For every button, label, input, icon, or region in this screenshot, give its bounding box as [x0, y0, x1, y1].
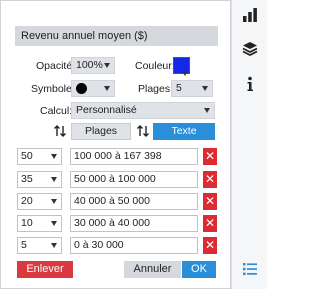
- chevron-down-icon: [51, 221, 57, 226]
- right-sidebar: [231, 0, 267, 289]
- circle-symbol-icon: [76, 83, 87, 94]
- range-text-field[interactable]: 50 000 à 100 000: [70, 171, 198, 188]
- delete-row-button[interactable]: ✕: [203, 148, 217, 165]
- range-text-field[interactable]: 40 000 à 50 000: [70, 193, 198, 210]
- tab-texte[interactable]: Texte: [153, 123, 215, 140]
- range-value-select[interactable]: 50: [17, 148, 62, 165]
- range-text-field[interactable]: 30 000 à 40 000: [70, 215, 198, 232]
- chevron-down-icon: [104, 86, 110, 91]
- chevron-down-icon: [104, 63, 110, 68]
- color-label: Couleur:: [135, 60, 175, 72]
- panel-title: Revenu annuel moyen ($): [15, 26, 218, 46]
- chevron-down-icon: [51, 243, 57, 248]
- calc-select[interactable]: Personnalisé: [71, 102, 215, 119]
- symbology-panel: Revenu annuel moyen ($) Opacité: 100% Co…: [0, 0, 231, 289]
- opacity-label: Opacité:: [36, 60, 76, 72]
- bar-chart-icon[interactable]: [241, 6, 259, 24]
- symbol-select[interactable]: [71, 80, 115, 97]
- range-value-select[interactable]: 20: [17, 193, 62, 210]
- sort-icon[interactable]: [53, 124, 67, 138]
- sort-icon[interactable]: [136, 124, 150, 138]
- layers-icon[interactable]: [241, 40, 259, 58]
- list-icon[interactable]: [241, 260, 259, 278]
- chevron-down-icon: [202, 86, 208, 91]
- calc-value: Personnalisé: [76, 104, 137, 116]
- chevron-down-icon: [51, 199, 57, 204]
- range-text-field[interactable]: 100 000 à 167 398: [70, 148, 198, 165]
- ranges-label: Plages:: [138, 83, 174, 95]
- chevron-down-icon: [51, 177, 57, 182]
- cancel-button[interactable]: Annuler: [124, 261, 181, 278]
- chevron-down-icon[interactable]: [182, 71, 188, 76]
- range-value-select[interactable]: 10: [17, 215, 62, 232]
- range-value-select[interactable]: 5: [17, 237, 62, 254]
- chevron-down-icon: [51, 154, 57, 159]
- opacity-select[interactable]: 100%: [71, 57, 115, 74]
- range-text-field[interactable]: 0 à 30 000: [70, 237, 198, 254]
- range-row: 20 40 000 à 50 000 ✕: [17, 193, 217, 210]
- ranges-value: 5: [176, 82, 182, 94]
- symbol-label: Symbole:: [31, 83, 75, 95]
- remove-button[interactable]: Enlever: [17, 261, 73, 278]
- tab-plages[interactable]: Plages: [71, 123, 131, 140]
- opacity-value: 100%: [76, 59, 103, 71]
- range-row: 35 50 000 à 100 000 ✕: [17, 171, 217, 188]
- range-value-select[interactable]: 35: [17, 171, 62, 188]
- range-value: 50: [21, 150, 33, 162]
- info-icon[interactable]: [241, 75, 259, 93]
- delete-row-button[interactable]: ✕: [203, 193, 217, 210]
- range-value: 35: [21, 173, 33, 185]
- range-value: 5: [21, 239, 27, 251]
- ok-button[interactable]: OK: [182, 261, 216, 278]
- delete-row-button[interactable]: ✕: [203, 171, 217, 188]
- calc-label: Calcul:: [40, 105, 73, 117]
- range-row: 5 0 à 30 000 ✕: [17, 237, 217, 254]
- delete-row-button[interactable]: ✕: [203, 215, 217, 232]
- ranges-select[interactable]: 5: [171, 80, 213, 97]
- delete-row-button[interactable]: ✕: [203, 237, 217, 254]
- range-row: 50 100 000 à 167 398 ✕: [17, 148, 217, 165]
- range-value: 10: [21, 217, 33, 229]
- chevron-down-icon: [204, 108, 210, 113]
- range-row: 10 30 000 à 40 000 ✕: [17, 215, 217, 232]
- range-value: 20: [21, 195, 33, 207]
